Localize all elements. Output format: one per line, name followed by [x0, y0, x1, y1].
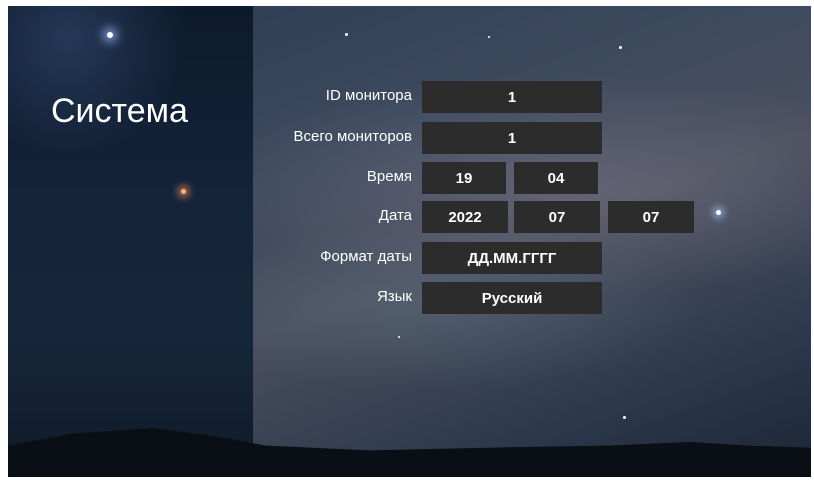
- time-label: Время: [366, 168, 412, 185]
- monitor-id-field[interactable]: 1: [422, 81, 602, 113]
- time-minute-field[interactable]: 04: [514, 162, 598, 194]
- page-title: Система: [51, 92, 188, 130]
- time-hour-field[interactable]: 19: [422, 162, 506, 194]
- date-label: Дата: [378, 207, 412, 224]
- star-decoration: [619, 46, 622, 49]
- monitor-id-label: ID монитора: [325, 87, 412, 104]
- screen-frame: Система ID монитора 1 Всего мониторов 1 …: [8, 6, 811, 477]
- star-decoration: [716, 210, 721, 215]
- language-field[interactable]: Русский: [422, 282, 602, 314]
- date-month-field[interactable]: 07: [514, 201, 600, 233]
- star-decoration: [488, 36, 490, 38]
- date-year-field[interactable]: 2022: [422, 201, 508, 233]
- date-format-label: Формат даты: [320, 248, 412, 265]
- star-decoration: [345, 33, 348, 36]
- star-decoration: [181, 189, 186, 194]
- language-label: Язык: [376, 288, 412, 305]
- date-format-field[interactable]: ДД.ММ.ГГГГ: [422, 242, 602, 274]
- date-day-field[interactable]: 07: [608, 201, 694, 233]
- star-decoration: [623, 416, 626, 419]
- star-decoration: [398, 336, 400, 338]
- left-panel: [8, 6, 253, 477]
- total-monitors-label: Всего мониторов: [293, 128, 412, 145]
- total-monitors-field[interactable]: 1: [422, 122, 602, 154]
- star-decoration: [107, 32, 113, 38]
